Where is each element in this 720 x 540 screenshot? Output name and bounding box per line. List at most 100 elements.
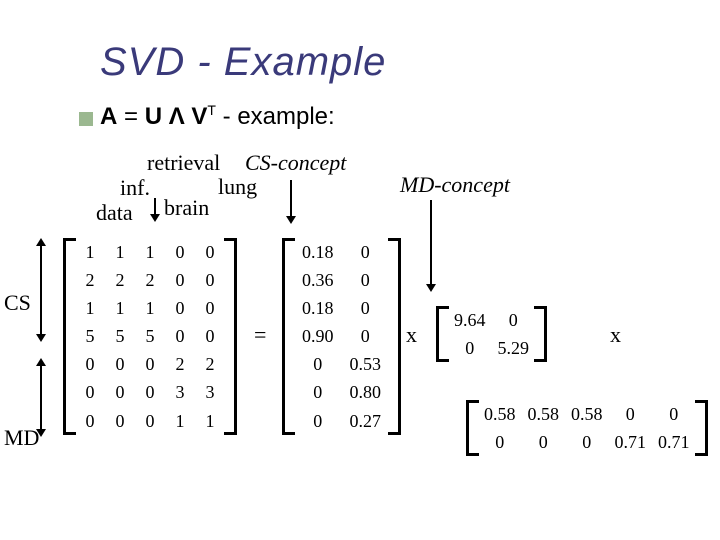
col-label-inf: inf. [120,175,150,201]
matrix-u: 0.1800.3600.1800.90000.5300.8000.27 [294,238,389,435]
matrix-cell: 0.18 [294,294,342,322]
matrix-cell: 0.27 [342,407,390,435]
matrix-cell: 1 [195,407,225,435]
side-label-md: MD [4,425,39,451]
matrix-cell: 0 [105,350,135,378]
matrix-cell: 0 [135,407,165,435]
matrix-cell: 2 [165,350,195,378]
matrix-cell: 0 [135,378,165,406]
times-sign-1: x [406,322,417,348]
matrix-cell: 0 [195,322,225,350]
matrix-cell: 0 [75,350,105,378]
matrix-cell: 1 [105,294,135,322]
matrix-cell: 2 [135,266,165,294]
label-cs-concept: CS-concept [245,150,346,176]
matrix-a: 11100222001110055500000220003300011 [75,238,225,435]
matrix-cell: 0.58 [565,400,609,428]
times-sign-2: x [610,322,621,348]
matrix-cell: 1 [75,294,105,322]
bracket-right-icon [534,306,547,362]
bullet-icon [79,112,93,126]
matrix-cell: 0 [105,407,135,435]
equals-sign: = [254,322,266,348]
matrix-cell: 0 [492,306,536,334]
matrix-cell: 2 [195,350,225,378]
arrow-down-icon [290,180,292,222]
matrix-cell: 2 [75,266,105,294]
matrix-cell: 0.80 [342,378,390,406]
col-label-data: data [96,200,133,226]
matrix-cell: 0 [342,266,390,294]
span-arrow-icon [40,240,42,340]
matrix-cell: 0 [522,428,566,456]
matrix-cell: 0.18 [294,238,342,266]
matrix-cell: 0 [342,294,390,322]
matrix-cell: 0 [478,428,522,456]
matrix-cell: 0 [565,428,609,456]
matrix-cell: 0 [195,266,225,294]
matrix-cell: 1 [105,238,135,266]
matrix-cell: 0.53 [342,350,390,378]
matrix-cell: 0 [165,294,195,322]
matrix-cell: 3 [195,378,225,406]
bracket-left-icon [63,238,76,435]
matrix-cell: 2 [105,266,135,294]
label-md-concept: MD-concept [400,172,510,198]
matrix-cell: 0 [165,238,195,266]
bracket-left-icon [436,306,449,362]
matrix-cell: 0.36 [294,266,342,294]
matrix-cell: 0 [448,334,492,362]
matrix-cell: 0.71 [609,428,653,456]
matrix-cell: 0 [294,407,342,435]
matrix-cell: 5 [75,322,105,350]
col-label-brain: brain [164,195,209,221]
matrix-cell: 0.58 [478,400,522,428]
matrix-cell: 0 [342,238,390,266]
matrix-cell: 0 [609,400,653,428]
arrow-down-icon [430,200,432,290]
matrix-cell: 1 [135,294,165,322]
matrix-cell: 0 [135,350,165,378]
svd-equation: A = U Λ VT - example: [100,102,335,131]
matrix-sigma: 9.64005.29 [448,306,535,362]
bracket-right-icon [695,400,708,456]
matrix-cell: 3 [165,378,195,406]
matrix-sigma-table: 9.64005.29 [448,306,535,362]
matrix-vt-table: 0.580.580.58000000.710.71 [478,400,696,456]
matrix-cell: 0.71 [652,428,696,456]
side-label-cs: CS [4,290,31,316]
matrix-cell: 5.29 [492,334,536,362]
matrix-u-table: 0.1800.3600.1800.90000.5300.8000.27 [294,238,389,435]
matrix-cell: 0 [652,400,696,428]
bracket-left-icon [466,400,479,456]
col-label-retrieval: retrieval [147,150,220,176]
matrix-cell: 0 [195,294,225,322]
slide: SVD - Example A = U Λ VT - example: retr… [0,0,720,540]
matrix-cell: 0 [294,350,342,378]
col-label-lung: lung [218,174,257,200]
matrix-cell: 0 [165,322,195,350]
matrix-cell: 9.64 [448,306,492,334]
matrix-cell: 0 [105,378,135,406]
matrix-cell: 5 [135,322,165,350]
matrix-cell: 0.58 [522,400,566,428]
matrix-cell: 0 [165,266,195,294]
matrix-cell: 0 [294,378,342,406]
matrix-a-table: 11100222001110055500000220003300011 [75,238,225,435]
matrix-cell: 1 [135,238,165,266]
matrix-cell: 5 [105,322,135,350]
matrix-cell: 0 [75,378,105,406]
arrow-down-icon [154,198,156,220]
matrix-cell: 0 [342,322,390,350]
matrix-cell: 1 [165,407,195,435]
slide-title: SVD - Example [100,40,386,85]
matrix-cell: 1 [75,238,105,266]
bracket-right-icon [388,238,401,435]
bracket-right-icon [224,238,237,435]
span-arrow-icon [40,360,42,435]
matrix-cell: 0 [195,238,225,266]
bracket-left-icon [282,238,295,435]
matrix-cell: 0 [75,407,105,435]
matrix-vt: 0.580.580.58000000.710.71 [478,400,696,456]
matrix-cell: 0.90 [294,322,342,350]
